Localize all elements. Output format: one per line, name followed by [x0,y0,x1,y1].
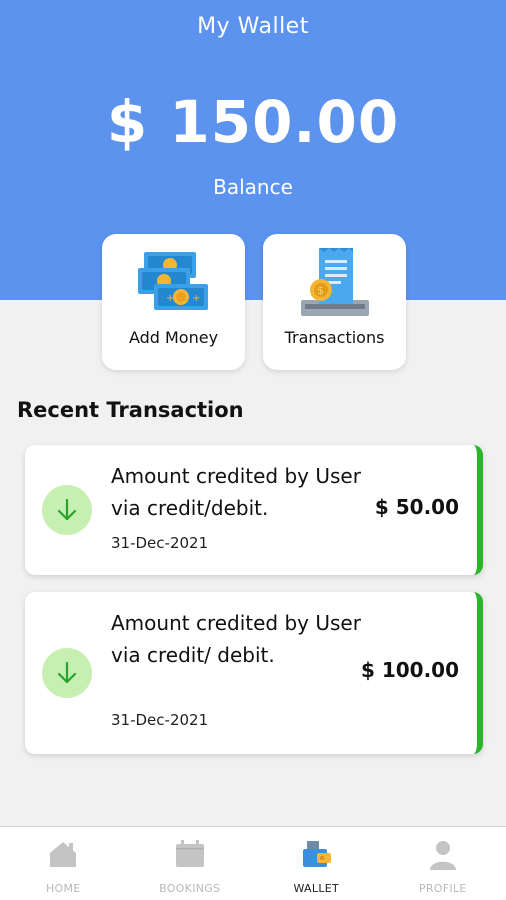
nav-home[interactable]: HOME [0,827,127,900]
receipt-icon: $ [263,246,406,316]
svg-text:$: $ [317,284,324,297]
svg-text:+: + [166,293,174,304]
home-icon [0,839,127,871]
person-icon [380,839,506,871]
add-money-button[interactable]: + + Add Money [102,234,245,370]
add-money-label: Add Money [128,328,219,347]
nav-home-label: HOME [45,882,81,895]
page-title: My Wallet [197,14,309,39]
svg-text:+: + [192,293,200,304]
transaction-amount: $ 50.00 [374,495,459,519]
calendar-icon [127,839,254,871]
arrow-down-icon [42,485,92,535]
balance-amount: $ 150.00 [106,88,400,156]
wallet-header: My Wallet $ 150.00 Balance [0,0,506,300]
balance-label: Balance [213,175,293,199]
bottom-navigation: HOME BOOKINGS WALLET PROFILE [0,826,506,900]
transactions-label: Transactions [284,328,385,347]
transaction-date: 31-Dec-2021 [111,711,209,729]
transaction-description: Amount credited by User via credit/debit… [111,464,361,520]
transactions-button[interactable]: $ Transactions [263,234,406,370]
transaction-card[interactable]: Amount credited by User via credit/ debi… [25,592,483,754]
nav-profile[interactable]: PROFILE [380,827,506,900]
money-icon: + + [102,246,245,316]
nav-bookings-label: BOOKINGS [159,882,221,895]
transaction-date: 31-Dec-2021 [111,534,209,552]
nav-wallet-label: WALLET [293,882,340,895]
nav-profile-label: PROFILE [418,882,467,895]
nav-wallet[interactable]: WALLET [253,827,380,900]
transaction-description: Amount credited by User via credit/ debi… [111,611,361,667]
transaction-amount: $ 100.00 [360,658,459,682]
wallet-icon [253,839,380,871]
nav-bookings[interactable]: BOOKINGS [127,827,254,900]
recent-transaction-title: Recent Transaction [17,398,244,422]
arrow-down-icon [42,648,92,698]
transaction-card[interactable]: Amount credited by User via credit/debit… [25,445,483,575]
